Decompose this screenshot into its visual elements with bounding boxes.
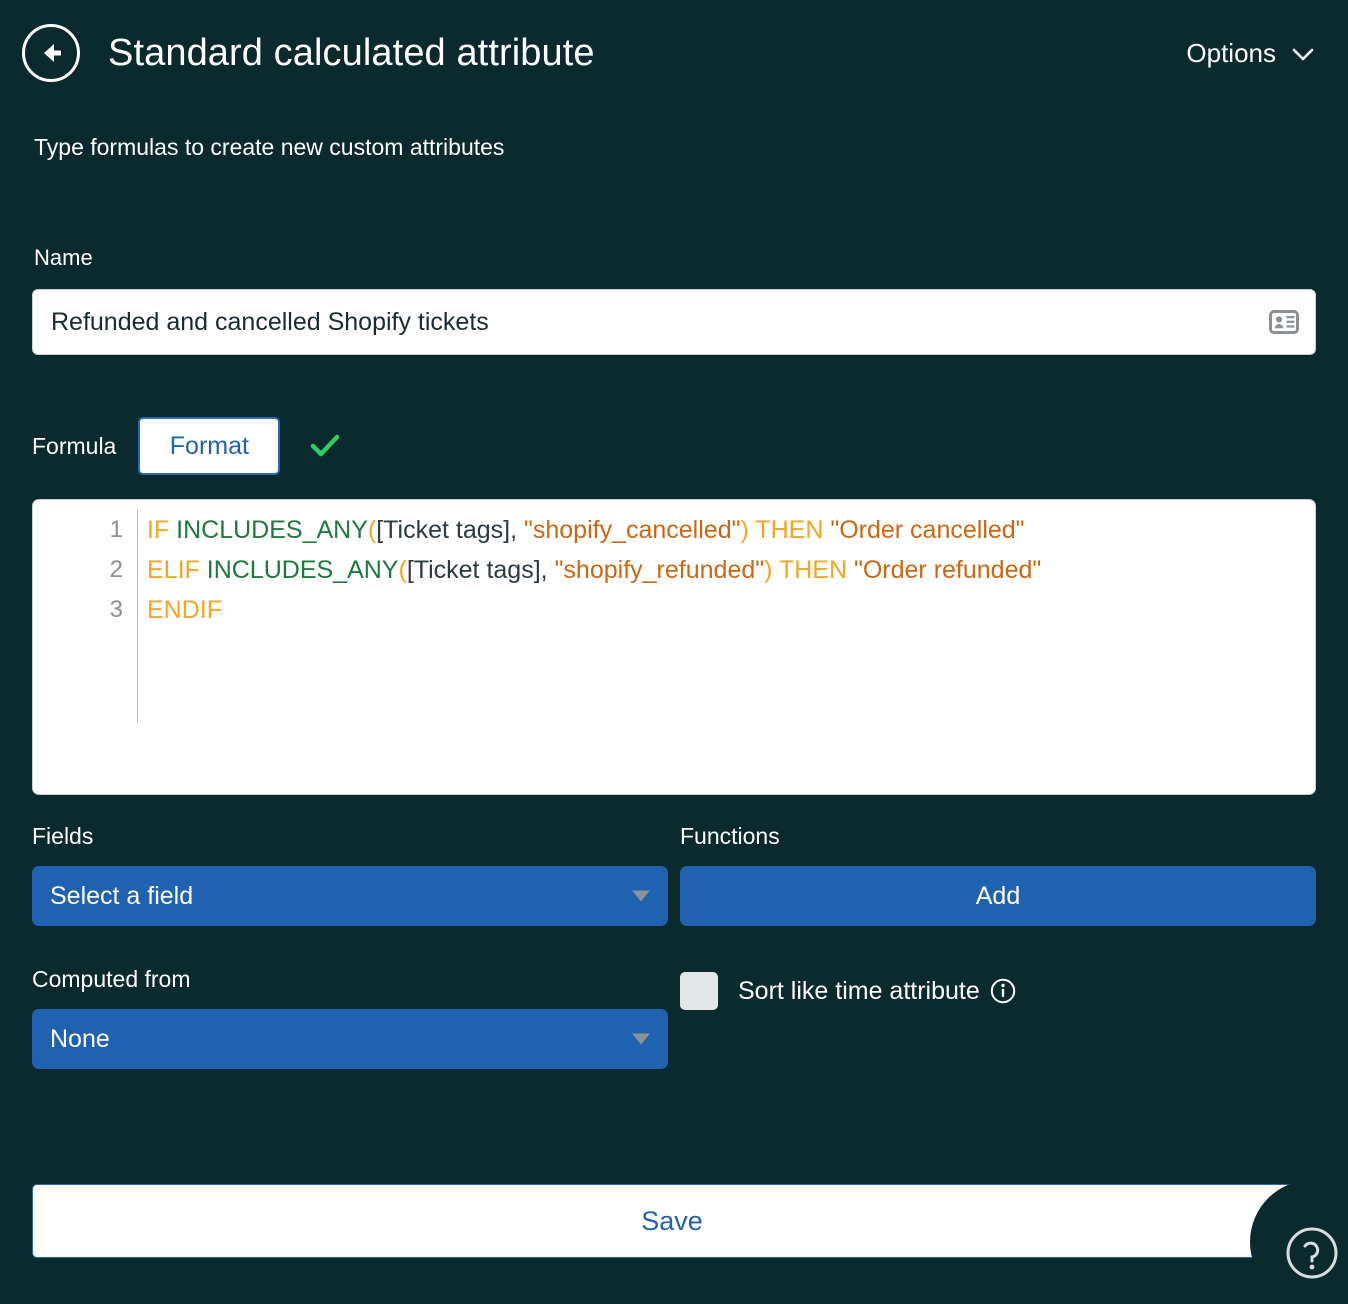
code-token: ELIF [147,556,200,584]
formula-label: Formula [32,432,117,459]
fields-functions-row: Fields Select a field Functions Add [32,823,1316,926]
contact-card-icon[interactable] [1267,307,1301,337]
sort-like-time-label: Sort like time attribute [738,977,1016,1006]
arrow-left-circle-icon [34,36,68,70]
save-button[interactable]: Save [32,1184,1312,1258]
name-field-wrapper [32,289,1316,355]
editor-code[interactable]: IF INCLUDES_ANY([Ticket tags], "shopify_… [137,510,1315,794]
editor-line-number: 1 [109,516,123,543]
editor-code-line: IF INCLUDES_ANY([Ticket tags], "shopify_… [147,510,1315,550]
field-select-value: Select a field [50,881,194,910]
name-input[interactable] [47,307,1267,337]
info-circle-icon[interactable] [990,978,1016,1004]
fields-label: Fields [32,823,94,849]
sort-option-column: Sort like time attribute [680,966,1316,1010]
formula-header-row: Formula Format [32,417,1348,475]
add-function-button[interactable]: Add [680,866,1316,926]
page-subtitle: Type formulas to create new custom attri… [34,134,505,160]
sort-like-time-checkbox[interactable] [680,972,718,1010]
code-token: ) [740,516,749,544]
check-mark-icon [310,433,340,459]
options-label: Options [1186,37,1276,68]
caret-down-icon [632,890,650,902]
computed-from-value: None [50,1024,110,1053]
code-token: ENDIF [147,596,222,624]
code-token: IF [147,516,170,544]
code-token: "shopify_refunded" [554,556,765,584]
functions-column: Functions Add [680,823,1316,926]
code-token: "Order refunded" [853,556,1042,584]
code-token: ( [398,556,407,584]
field-select[interactable]: Select a field [32,866,668,926]
chevron-down-icon [1292,38,1314,69]
code-token: [Ticket tags] [406,556,541,584]
editor-line-number: 3 [109,596,123,623]
code-token: , [540,556,555,584]
formula-editor[interactable]: 123 IF INCLUDES_ANY([Ticket tags], "shop… [32,499,1316,795]
computed-from-row: Computed from None Sort like time attrib… [32,966,1316,1069]
code-token: THEN [755,516,824,544]
help-circle-icon [1285,1226,1339,1285]
code-token: INCLUDES_ANY [176,516,368,544]
name-label: Name [34,245,93,270]
options-menu-button[interactable]: Options [1186,38,1322,69]
code-token: "shopify_cancelled" [523,516,741,544]
code-token: [Ticket tags] [376,516,511,544]
functions-label: Functions [680,823,780,849]
sort-like-time-row: Sort like time attribute [680,966,1316,1010]
computed-from-label: Computed from [32,966,191,992]
editor-gutter-divider [137,510,138,722]
editor-code-line: ENDIF [147,590,1315,630]
editor-line-numbers: 1 2 3 [33,510,137,794]
code-token: INCLUDES_ANY [206,556,399,584]
fields-column: Fields Select a field [32,823,668,926]
page-header: Standard calculated attribute Options [0,0,1348,106]
caret-down-icon [632,1033,650,1045]
page-title: Standard calculated attribute [108,31,595,74]
format-button[interactable]: Format [138,417,281,475]
computed-from-select[interactable]: None [32,1009,668,1069]
editor-line-number: 2 [109,556,123,583]
computed-from-column: Computed from None [32,966,668,1069]
back-button[interactable] [22,24,80,82]
code-token: "Order cancelled" [830,516,1025,544]
editor-code-line: ELIF INCLUDES_ANY([Ticket tags], "shopif… [147,550,1315,590]
sort-like-time-text: Sort like time attribute [738,976,980,1005]
code-token: , [510,516,524,544]
code-token: THEN [778,556,848,584]
code-token: ( [367,516,377,544]
